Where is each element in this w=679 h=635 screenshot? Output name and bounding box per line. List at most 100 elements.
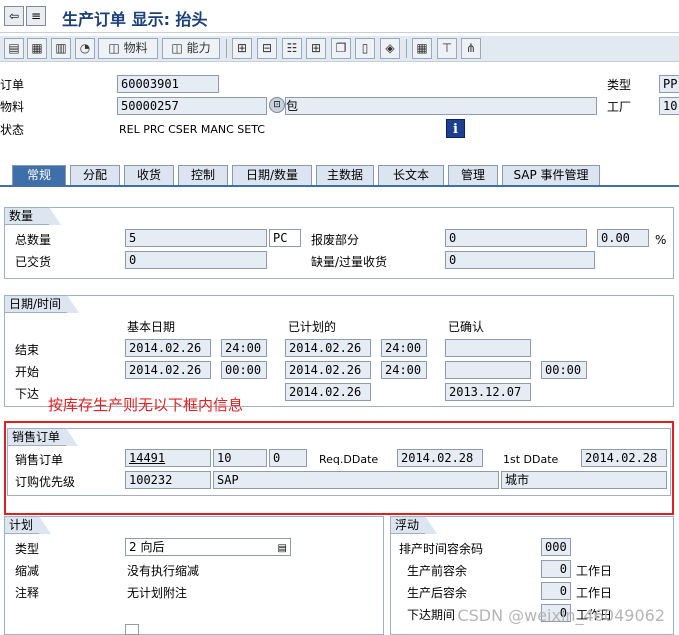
unit-field[interactable]: PC bbox=[269, 229, 301, 247]
tab-general[interactable]: 常规 bbox=[12, 165, 66, 186]
delivered-label: 已交货 bbox=[15, 255, 52, 269]
copy-icon[interactable]: ❐ bbox=[331, 38, 351, 59]
tab-assignment[interactable]: 分配 bbox=[70, 165, 120, 186]
scheduled-column: 已计划的 bbox=[288, 320, 337, 334]
scrap-percent-field[interactable]: 0.00 bbox=[597, 229, 649, 247]
release-confirmed-date-field[interactable]: 2013.12.07 bbox=[445, 383, 531, 401]
release-label: 下达 bbox=[15, 387, 40, 401]
planning-type-label: 类型 bbox=[15, 542, 40, 556]
header-icon[interactable]: ▤ bbox=[4, 38, 24, 59]
planning-type-value: 2 向后 bbox=[129, 540, 165, 554]
order-label: 订单 bbox=[0, 78, 25, 92]
tab-master-data[interactable]: 主数据 bbox=[316, 165, 374, 186]
end-basic-time-field[interactable]: 24:00 bbox=[221, 339, 267, 357]
org-chart-icon[interactable]: ⊤ bbox=[437, 38, 457, 59]
end-label: 结束 bbox=[15, 343, 40, 357]
back-icon[interactable]: ⇦ bbox=[4, 6, 24, 26]
material-field[interactable]: 50000257 bbox=[117, 97, 267, 115]
start-confirmed-time-field[interactable]: 00:00 bbox=[541, 361, 587, 379]
tab-sap-event-management[interactable]: SAP 事件管理 bbox=[502, 165, 600, 186]
watermark: CSDN @weixin_46049062 bbox=[457, 606, 665, 625]
page-title: 生产订单 显示: 抬头 bbox=[62, 10, 208, 29]
title-bar: ⇦ ≡ 生产订单 显示: 抬头 bbox=[0, 0, 679, 33]
reduction-value: 没有执行缩减 bbox=[127, 564, 200, 578]
start-label: 开始 bbox=[15, 365, 40, 379]
before-float-field[interactable]: 0 bbox=[541, 560, 571, 578]
end-confirmed-date-field[interactable] bbox=[445, 339, 531, 357]
confirmed-column: 已确认 bbox=[448, 320, 485, 334]
sched-margin-field[interactable]: 000 bbox=[541, 538, 571, 556]
tab-long-text[interactable]: 长文本 bbox=[378, 165, 444, 186]
end-scheduled-time-field[interactable]: 24:00 bbox=[381, 339, 427, 357]
tab-control[interactable]: 控制 bbox=[178, 165, 228, 186]
annotation-red-box bbox=[4, 421, 674, 515]
info-icon[interactable]: i bbox=[446, 119, 465, 138]
cube-icon[interactable]: ◈ bbox=[380, 38, 400, 59]
grid-icon[interactable]: ▦ bbox=[412, 38, 432, 59]
network-icon[interactable]: ⊟ bbox=[257, 38, 277, 59]
shortage-label: 缺量/过量收货 bbox=[311, 255, 388, 269]
application-toolbar: ▤ ▦ ▥ ◔ ◫ 物料 ◫ 能力 ⊞ ⊟ ☷ ⊞ ❐ ▯ ◈ ▦ ⊤ ⋔ bbox=[0, 36, 679, 62]
release-scheduled-date-field[interactable]: 2014.02.26 bbox=[285, 383, 371, 401]
after-workday-label: 工作日 bbox=[576, 586, 613, 600]
end-scheduled-date-field[interactable]: 2014.02.26 bbox=[285, 339, 371, 357]
sched-margin-label: 排产时间容余码 bbox=[399, 542, 484, 556]
status-value: REL PRC CSER MANC SETC bbox=[119, 123, 265, 136]
note-value: 无计划附注 bbox=[127, 586, 188, 600]
start-scheduled-date-field[interactable]: 2014.02.26 bbox=[285, 361, 371, 379]
material-description-field[interactable]: 包 bbox=[285, 97, 597, 115]
type-field[interactable]: PP bbox=[659, 75, 679, 93]
material-lookup-icon[interactable]: ⊡ bbox=[269, 97, 285, 113]
delivered-field[interactable]: 0 bbox=[125, 251, 267, 269]
operations-icon[interactable]: ▦ bbox=[27, 38, 47, 59]
end-basic-date-field[interactable]: 2014.02.26 bbox=[125, 339, 211, 357]
title-icons: ⇦ ≡ bbox=[4, 6, 46, 26]
tab-goods-receipt[interactable]: 收货 bbox=[124, 165, 174, 186]
tab-underline bbox=[0, 185, 679, 187]
tab-dates-quantities[interactable]: 日期/数量 bbox=[232, 165, 312, 186]
note-label: 注释 bbox=[15, 586, 40, 600]
shortage-field[interactable]: 0 bbox=[445, 251, 595, 269]
release-period-label: 下达期间 bbox=[407, 608, 456, 622]
order-field[interactable]: 60003901 bbox=[117, 75, 219, 93]
tab-administration[interactable]: 管理 bbox=[448, 165, 498, 186]
structure-icon[interactable]: ⊞ bbox=[306, 38, 326, 59]
quantity-group-title: 数量 bbox=[4, 207, 61, 225]
start-scheduled-time-field[interactable]: 24:00 bbox=[381, 361, 427, 379]
planning-type-dropdown[interactable]: 2 向后 ▤ bbox=[125, 538, 291, 556]
flow-icon[interactable]: ⋔ bbox=[461, 38, 481, 59]
total-quantity-label: 总数量 bbox=[15, 233, 52, 247]
pie-icon[interactable]: ◔ bbox=[75, 38, 95, 59]
annotation-text: 按库存生产则无以下框内信息 bbox=[48, 396, 244, 414]
type-label: 类型 bbox=[607, 78, 632, 92]
plant-field[interactable]: 10 bbox=[659, 97, 679, 115]
float-group-title: 浮动 bbox=[390, 516, 437, 534]
material-button[interactable]: ◫ 物料 bbox=[98, 38, 158, 59]
components-icon[interactable]: ▥ bbox=[51, 38, 71, 59]
tree-icon[interactable]: ☷ bbox=[282, 38, 302, 59]
after-float-label: 生产后容余 bbox=[407, 586, 468, 600]
basic-date-column: 基本日期 bbox=[127, 320, 176, 334]
menu-icon[interactable]: ≡ bbox=[26, 6, 46, 26]
toolbar-separator bbox=[406, 39, 407, 58]
toolbar-separator bbox=[226, 39, 227, 58]
start-basic-date-field[interactable]: 2014.02.26 bbox=[125, 361, 211, 379]
scrap-field[interactable]: 0 bbox=[445, 229, 587, 247]
scrap-label: 报废部分 bbox=[311, 233, 360, 247]
hierarchy-icon[interactable]: ⊞ bbox=[232, 38, 252, 59]
material-label: 物料 bbox=[0, 100, 25, 114]
capacity-button[interactable]: ◫ 能力 bbox=[162, 38, 220, 59]
checkbox[interactable] bbox=[125, 624, 139, 635]
start-confirmed-date-field[interactable] bbox=[445, 361, 531, 379]
total-quantity-field[interactable]: 5 bbox=[125, 229, 267, 247]
document-icon[interactable]: ▯ bbox=[355, 38, 375, 59]
capacity-icon: ◫ bbox=[171, 41, 183, 55]
material-button-label: 物料 bbox=[123, 41, 148, 55]
plant-label: 工厂 bbox=[607, 100, 632, 114]
after-float-field[interactable]: 0 bbox=[541, 582, 571, 600]
planning-group-title: 计划 bbox=[4, 516, 51, 534]
dates-group-title: 日期/时间 bbox=[4, 295, 79, 313]
dropdown-icon[interactable]: ▤ bbox=[278, 541, 287, 555]
reduction-label: 缩减 bbox=[15, 564, 40, 578]
start-basic-time-field[interactable]: 00:00 bbox=[221, 361, 267, 379]
